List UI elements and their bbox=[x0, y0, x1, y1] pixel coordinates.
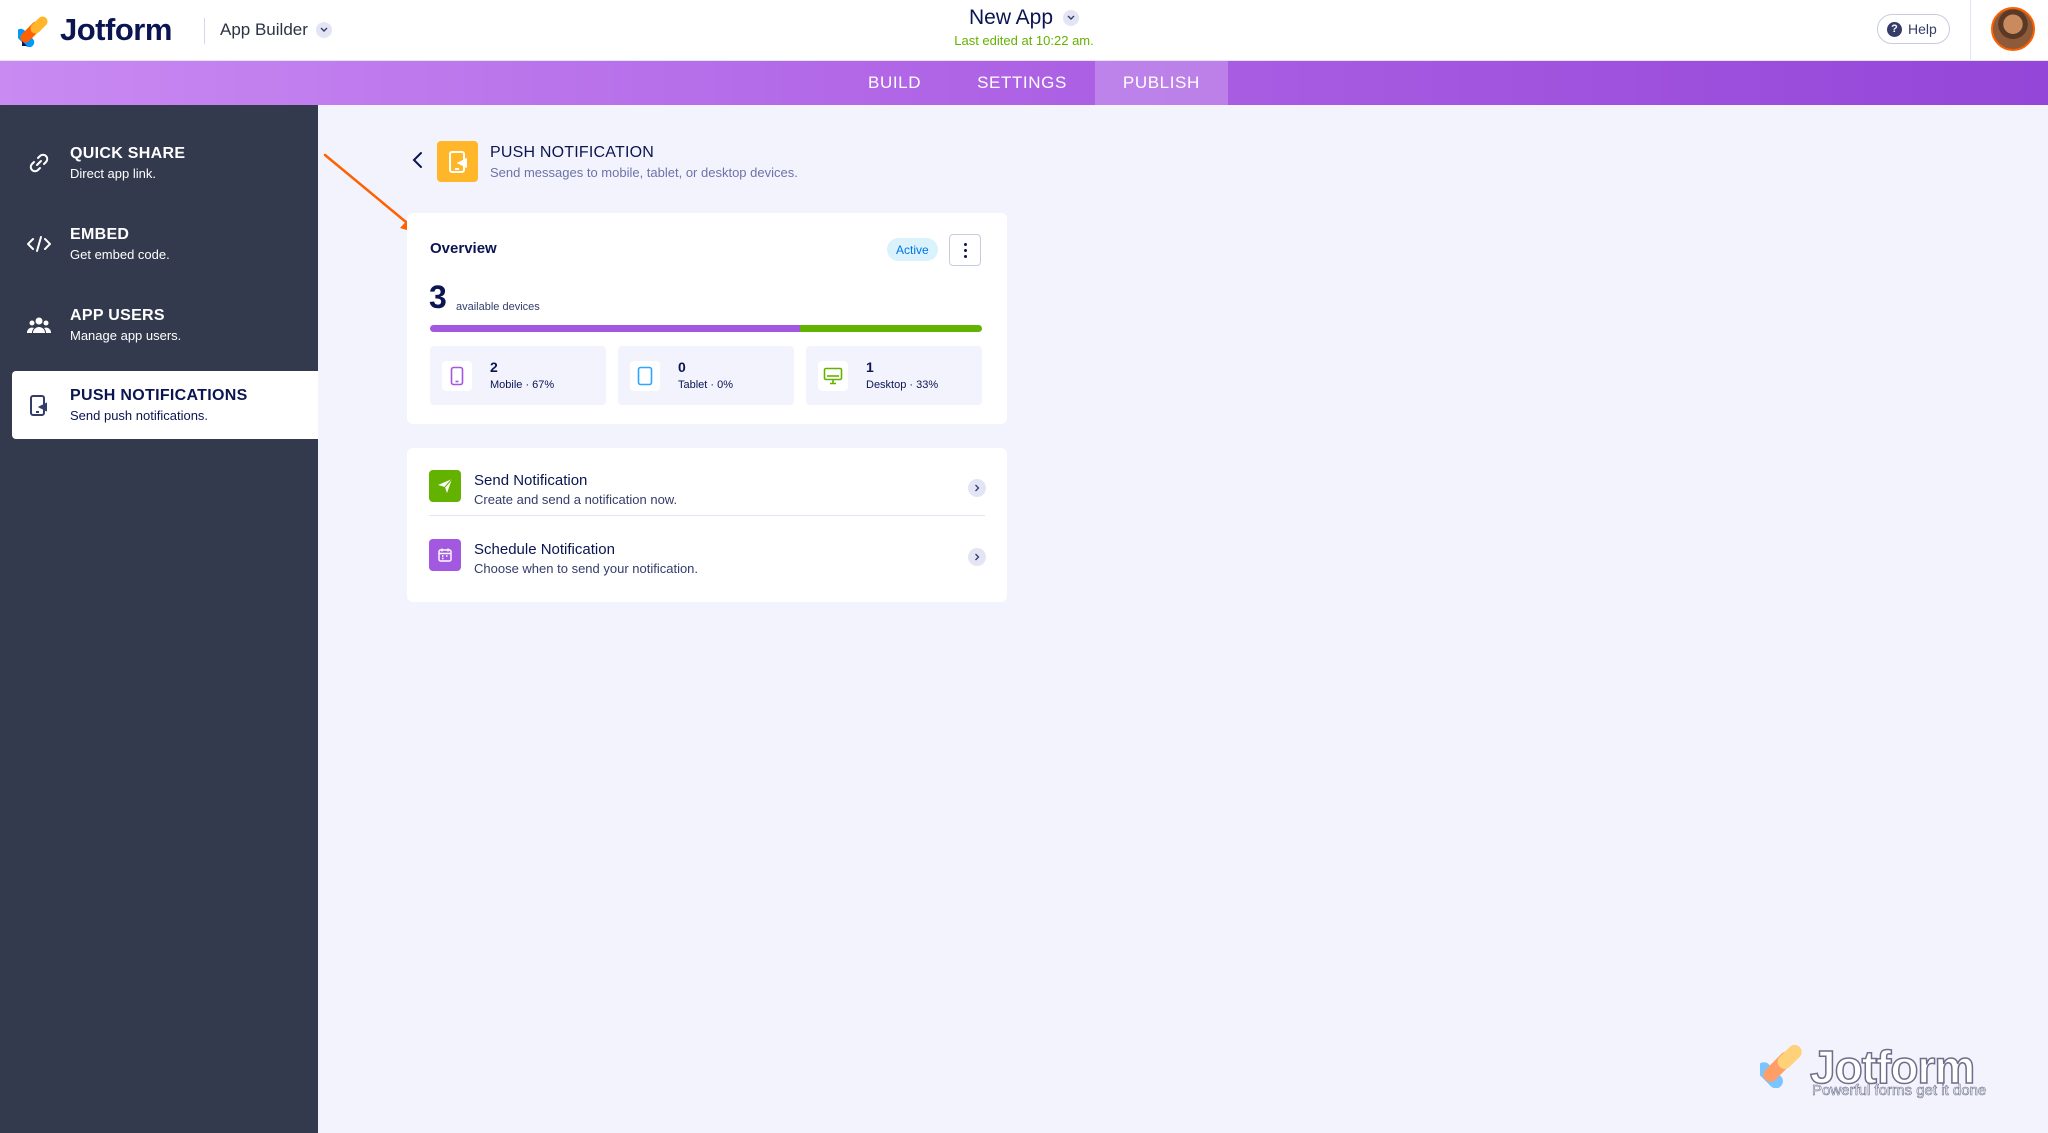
desktop-icon bbox=[818, 361, 848, 391]
dot bbox=[963, 254, 967, 258]
tab-settings[interactable]: SETTINGS bbox=[949, 61, 1095, 105]
question-icon: ? bbox=[1887, 21, 1902, 37]
device-label: Tablet · 0% bbox=[678, 379, 734, 391]
push-notification-icon bbox=[437, 141, 478, 182]
chevron-right-icon bbox=[968, 479, 986, 497]
sidebar-item-subtitle: Manage app users. bbox=[70, 328, 182, 343]
code-icon bbox=[24, 229, 54, 259]
send-icon bbox=[429, 470, 461, 502]
desktop-segment bbox=[799, 325, 982, 332]
link-icon bbox=[24, 148, 54, 178]
action-title: Send Notification bbox=[474, 472, 588, 489]
sidebar-item-title: EMBED bbox=[70, 226, 130, 243]
tab-build[interactable]: BUILD bbox=[840, 61, 949, 105]
device-distribution-bar bbox=[430, 325, 982, 332]
top-header: Jotform App Builder New App Last edited … bbox=[0, 0, 2048, 61]
dot bbox=[963, 248, 967, 252]
sidebar-item-quick-share[interactable]: QUICK SHARE Direct app link. bbox=[12, 129, 318, 197]
sidebar-item-subtitle: Direct app link. bbox=[70, 166, 156, 181]
app-title-dropdown[interactable]: New App bbox=[968, 6, 1080, 30]
device-count-value: 1 bbox=[866, 359, 874, 375]
status-badge: Active bbox=[887, 238, 938, 261]
help-label: Help bbox=[1908, 21, 1937, 37]
device-count: 3 bbox=[429, 279, 447, 315]
app-title: New App bbox=[968, 6, 1054, 29]
calendar-icon bbox=[429, 539, 461, 571]
jotform-watermark: Jotform Powerful forms get it done bbox=[1760, 1040, 2010, 1100]
sidebar-item-app-users[interactable]: APP USERS Manage app users. bbox=[12, 291, 318, 359]
tab-publish[interactable]: PUBLISH bbox=[1094, 61, 1228, 105]
chevron-right-icon bbox=[968, 548, 986, 566]
device-stat-mobile: 2 Mobile · 67% bbox=[430, 346, 606, 405]
device-count-value: 2 bbox=[490, 359, 498, 375]
action-title: Schedule Notification bbox=[474, 541, 615, 558]
avatar[interactable] bbox=[1991, 7, 2035, 51]
back-button[interactable] bbox=[408, 148, 428, 172]
action-subtitle: Choose when to send your notification. bbox=[474, 561, 699, 576]
last-edited-status: Last edited at 10:22 am. bbox=[954, 33, 1094, 48]
page-title: PUSH NOTIFICATION bbox=[490, 144, 654, 161]
page-subtitle: Send messages to mobile, tablet, or desk… bbox=[490, 165, 798, 180]
device-count-value: 0 bbox=[678, 359, 686, 375]
watermark-tagline: Powerful forms get it done bbox=[1812, 1082, 1987, 1100]
chevron-down-icon bbox=[1063, 10, 1080, 26]
device-stat-tablet: 0 Tablet · 0% bbox=[618, 346, 794, 405]
main-tabs: BUILD SETTINGS PUBLISH bbox=[840, 61, 1228, 105]
overview-card: Overview Active 3 available devices 2 Mo… bbox=[407, 213, 1007, 424]
notification-actions-card: Send Notification Create and send a noti… bbox=[407, 448, 1007, 602]
sidebar-item-subtitle: Send push notifications. bbox=[70, 408, 209, 423]
chevron-left-icon bbox=[412, 152, 422, 168]
users-icon bbox=[24, 310, 54, 340]
sidebar-item-subtitle: Get embed code. bbox=[70, 247, 170, 262]
device-count-label: available devices bbox=[456, 301, 540, 313]
sidebar-item-push-notifications[interactable]: PUSH NOTIFICATIONS Send push notificatio… bbox=[12, 371, 318, 439]
main-tabs-bar: BUILD SETTINGS PUBLISH bbox=[0, 61, 2048, 105]
sidebar-item-title: APP USERS bbox=[70, 307, 165, 324]
schedule-notification-row[interactable]: Schedule Notification Choose when to sen… bbox=[429, 517, 986, 585]
mobile-icon bbox=[442, 361, 472, 391]
more-options-button[interactable] bbox=[949, 234, 981, 266]
sidebar-item-embed[interactable]: EMBED Get embed code. bbox=[12, 210, 318, 278]
sidebar-item-title: QUICK SHARE bbox=[70, 145, 186, 162]
app-title-area: New App Last edited at 10:22 am. bbox=[0, 6, 2048, 48]
tablet-icon bbox=[630, 361, 660, 391]
dot bbox=[963, 242, 967, 246]
push-notification-icon bbox=[24, 390, 54, 420]
jotform-logo-icon bbox=[1760, 1044, 1802, 1088]
device-label: Desktop · 33% bbox=[866, 379, 939, 391]
publish-sidebar: QUICK SHARE Direct app link. EMBED Get e… bbox=[0, 105, 318, 1133]
action-subtitle: Create and send a notification now. bbox=[474, 492, 678, 507]
overview-title: Overview bbox=[430, 240, 497, 257]
help-button[interactable]: ? Help bbox=[1877, 14, 1950, 44]
device-label: Mobile · 67% bbox=[490, 379, 555, 391]
header-divider bbox=[1970, 0, 1971, 61]
send-notification-row[interactable]: Send Notification Create and send a noti… bbox=[429, 448, 986, 516]
mobile-segment bbox=[430, 325, 800, 332]
sidebar-item-title: PUSH NOTIFICATIONS bbox=[70, 387, 248, 404]
device-stat-desktop: 1 Desktop · 33% bbox=[806, 346, 982, 405]
